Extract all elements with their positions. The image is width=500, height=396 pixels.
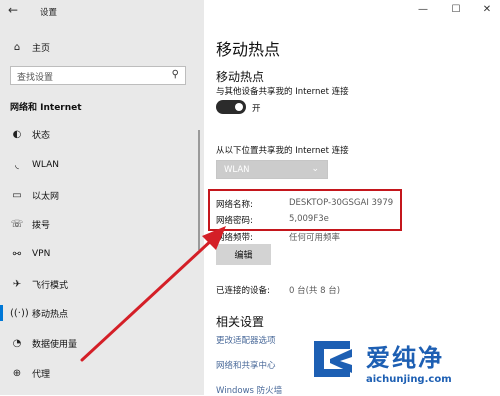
share-from-label: 从以下位置共享我的 Internet 连接: [216, 146, 349, 156]
brand-logo-icon: [314, 341, 352, 377]
highlight-box: [208, 189, 402, 231]
sidebar-item-label: 主页: [32, 43, 51, 54]
chevron-down-icon: ⌄: [311, 164, 319, 174]
sidebar: ⌂ 主页 查找设置 ⚲ 网络和 Internet ◐ 状态 ◟ WLAN ▭ 以…: [0, 0, 204, 395]
sidebar-item-label: 以太网: [32, 191, 60, 202]
sidebar-item-airplane[interactable]: ✈ 飞行模式: [0, 270, 204, 298]
status-icon: ◐: [12, 128, 22, 140]
search-icon: ⚲: [171, 69, 179, 80]
network-band-value: 任何可用频率: [289, 233, 341, 243]
hotspot-icon: ((·)): [10, 307, 29, 319]
sidebar-item-vpn[interactable]: ⚯ VPN: [0, 240, 204, 268]
maximize-button[interactable]: ☐: [441, 4, 471, 15]
sidebar-item-label: VPN: [32, 249, 51, 259]
connected-devices-value: 0 台(共 8 台): [289, 286, 341, 296]
sidebar-item-ethernet[interactable]: ▭ 以太网: [0, 181, 204, 209]
brand-url: aichunjing.com: [366, 374, 452, 385]
share-description: 与其他设备共享我的 Internet 连接: [216, 87, 349, 97]
title-bar: ← 设置 — ☐ ✕: [0, 0, 500, 24]
link-adapter-options[interactable]: 更改适配器选项: [216, 334, 276, 346]
sidebar-item-status[interactable]: ◐ 状态: [0, 120, 204, 148]
page-title: 移动热点: [216, 40, 281, 59]
sidebar-item-label: 移动热点: [32, 309, 69, 320]
ethernet-icon: ▭: [12, 189, 22, 201]
globe-icon: ⊕: [12, 367, 22, 379]
close-button[interactable]: ✕: [472, 4, 500, 15]
window-title: 设置: [40, 8, 58, 18]
vpn-icon: ⚯: [12, 248, 22, 260]
toggle-state-label: 开: [252, 104, 261, 114]
data-usage-icon: ◔: [12, 337, 22, 349]
edit-button[interactable]: 编辑: [216, 244, 271, 265]
brand-name: 爱纯净: [366, 344, 444, 372]
sidebar-item-proxy[interactable]: ⊕ 代理: [0, 359, 204, 387]
sidebar-item-wlan[interactable]: ◟ WLAN: [0, 151, 204, 179]
home-icon: ⌂: [13, 41, 21, 53]
link-windows-firewall[interactable]: Windows 防火墙: [216, 384, 282, 396]
sidebar-item-data-usage[interactable]: ◔ 数据使用量: [0, 329, 204, 357]
toggle-knob: [235, 103, 243, 111]
share-from-dropdown[interactable]: WLAN ⌄: [216, 160, 328, 179]
sidebar-item-label: WLAN: [32, 160, 60, 170]
back-arrow-icon[interactable]: ←: [8, 3, 18, 17]
sidebar-item-hotspot[interactable]: ((·)) 移动热点: [0, 299, 204, 327]
related-settings-title: 相关设置: [216, 315, 265, 329]
sidebar-item-label: 状态: [32, 130, 51, 141]
sidebar-item-home[interactable]: ⌂ 主页: [0, 33, 204, 61]
airplane-icon: ✈: [12, 278, 22, 290]
section-subtitle: 移动热点: [216, 70, 265, 84]
sidebar-item-label: 数据使用量: [32, 339, 78, 350]
minimize-button[interactable]: —: [408, 4, 438, 15]
sidebar-item-dialup[interactable]: ☏ 拨号: [0, 210, 204, 238]
sidebar-section-title: 网络和 Internet: [10, 103, 82, 113]
sidebar-item-label: 飞行模式: [32, 280, 69, 291]
network-band-label: 网络频带:: [216, 233, 253, 243]
connected-devices-label: 已连接的设备:: [216, 286, 270, 296]
sidebar-item-label: 代理: [32, 369, 51, 380]
search-placeholder: 查找设置: [17, 73, 54, 83]
hotspot-toggle[interactable]: [216, 100, 246, 114]
dialup-icon: ☏: [10, 218, 24, 230]
sidebar-scrollbar[interactable]: [198, 130, 200, 250]
link-network-sharing-center[interactable]: 网络和共享中心: [216, 359, 276, 371]
wifi-icon: ◟: [15, 159, 19, 171]
dropdown-value: WLAN: [224, 165, 250, 175]
sidebar-item-label: 拨号: [32, 220, 51, 231]
search-input[interactable]: 查找设置 ⚲: [10, 66, 186, 85]
